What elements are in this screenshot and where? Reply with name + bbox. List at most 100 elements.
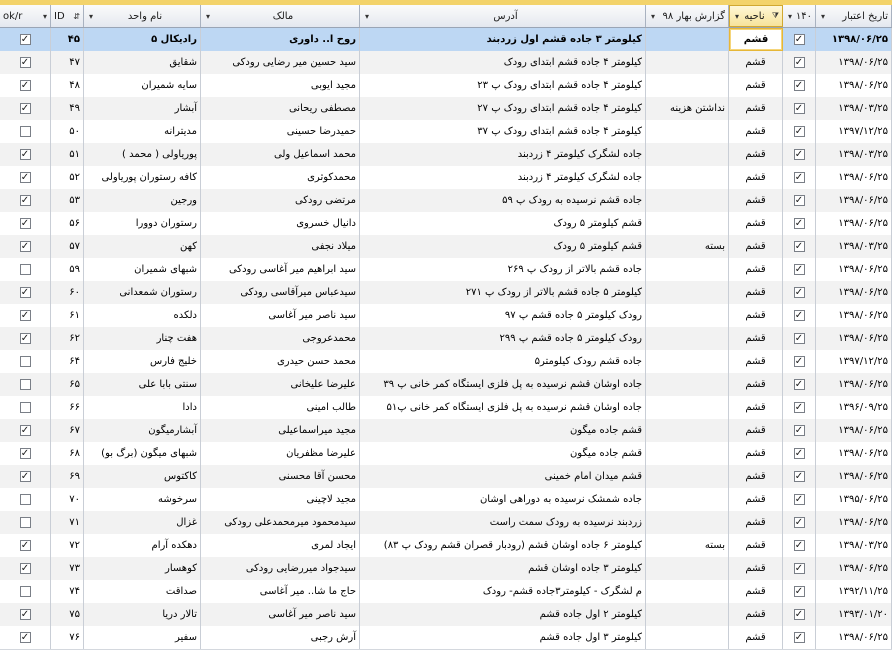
ok-checkbox[interactable]: ✓ <box>19 149 31 160</box>
report-cell[interactable] <box>646 74 729 97</box>
table-row[interactable]: ✓ ۶۸ شبهای میگون (برگ بو) علیرضا مظفریان قشم… <box>0 442 892 466</box>
district-cell[interactable]: قشم <box>729 511 783 534</box>
col-header-report[interactable]: ▾ گزارش بهار ۹۸ <box>646 5 729 27</box>
col-header-id[interactable]: ID ⇵ <box>51 5 84 27</box>
validity-date-cell[interactable]: ۱۳۹۸/۰۶/۲۵ <box>816 419 892 442</box>
report-cell[interactable] <box>646 580 729 603</box>
c140-checkbox[interactable]: ✓ <box>793 609 805 620</box>
owner-cell[interactable]: محمدکوثری <box>201 166 360 189</box>
validity-date-cell[interactable]: ۱۳۹۸/۰۳/۲۵ <box>816 534 892 557</box>
district-cell[interactable]: قشم <box>729 488 783 511</box>
id-cell[interactable]: ۷۱ <box>51 511 84 534</box>
owner-cell[interactable]: مجید لاچینی <box>201 488 360 511</box>
owner-cell[interactable]: محسن آقا محسنی <box>201 465 360 488</box>
id-cell[interactable]: ۶۰ <box>51 281 84 304</box>
district-cell[interactable]: قشم <box>729 28 783 51</box>
report-cell[interactable] <box>646 511 729 534</box>
table-row[interactable]: ۷۱ غزال سیدمحمود میرمحمدعلی رودکی زردبند نر… <box>0 511 892 535</box>
chevron-down-icon[interactable]: ▾ <box>651 12 655 21</box>
district-cell[interactable]: قشم <box>729 212 783 235</box>
unit-name-cell[interactable]: رستوران دوورا <box>84 212 201 235</box>
c140-cell[interactable]: ✓ <box>783 258 816 281</box>
c140-cell[interactable]: ✓ <box>783 557 816 580</box>
owner-cell[interactable]: سیدعباس میرآقاسی رودکی <box>201 281 360 304</box>
col-header-validity[interactable]: ▾ تاریخ اعتبار <box>816 5 892 27</box>
ok-checkbox[interactable] <box>19 264 31 275</box>
report-cell[interactable] <box>646 373 729 396</box>
id-cell[interactable]: ۴۷ <box>51 51 84 74</box>
c140-checkbox[interactable]: ✓ <box>793 379 805 390</box>
unit-name-cell[interactable]: هفت چنار <box>84 327 201 350</box>
ok-cell[interactable]: ✓ <box>0 534 51 557</box>
validity-date-cell[interactable]: ۱۳۹۸/۰۶/۲۵ <box>816 281 892 304</box>
validity-date-cell[interactable]: ۱۳۹۸/۰۶/۲۵ <box>816 28 892 51</box>
chevron-down-icon[interactable]: ▾ <box>788 12 792 21</box>
district-cell[interactable]: قشم <box>729 189 783 212</box>
ok-checkbox[interactable]: ✓ <box>19 287 31 298</box>
c140-checkbox[interactable]: ✓ <box>793 218 805 229</box>
owner-cell[interactable]: محمدعروجی <box>201 327 360 350</box>
c140-cell[interactable]: ✓ <box>783 488 816 511</box>
id-cell[interactable]: ۶۶ <box>51 396 84 419</box>
report-cell[interactable] <box>646 143 729 166</box>
unit-name-cell[interactable]: سفیر <box>84 626 201 649</box>
address-cell[interactable]: جاده لشگرک کیلومتر ۴ زردبند <box>360 166 646 189</box>
id-cell[interactable]: ۷۲ <box>51 534 84 557</box>
table-row[interactable]: ✓ ۷۳ کوهسار سیدجواد میررضایی رودکی کیلومتر ۳… <box>0 557 892 581</box>
validity-date-cell[interactable]: ۱۳۹۸/۰۳/۲۵ <box>816 235 892 258</box>
district-cell[interactable]: قشم <box>729 166 783 189</box>
district-cell[interactable]: قشم <box>729 97 783 120</box>
ok-checkbox[interactable]: ✓ <box>19 563 31 574</box>
validity-date-cell[interactable]: ۱۳۹۸/۰۶/۲۵ <box>816 258 892 281</box>
report-cell[interactable] <box>646 557 729 580</box>
col-header-district[interactable]: ▾ ناحیه ⧩ <box>729 5 783 27</box>
unit-name-cell[interactable]: آبشارمیگون <box>84 419 201 442</box>
ok-checkbox[interactable]: ✓ <box>19 425 31 436</box>
validity-date-cell[interactable]: ۱۳۹۸/۰۶/۲۵ <box>816 442 892 465</box>
district-cell[interactable]: قشم <box>729 396 783 419</box>
c140-checkbox[interactable]: ✓ <box>793 264 805 275</box>
district-cell[interactable]: قشم <box>729 281 783 304</box>
ok-cell[interactable] <box>0 258 51 281</box>
validity-date-cell[interactable]: ۱۳۹۲/۱۱/۲۵ <box>816 580 892 603</box>
address-cell[interactable]: قشم میدان امام خمینی <box>360 465 646 488</box>
table-row[interactable]: ✓ ۴۵ رادیکال ۵ روح ا.. داوری کیلومتر ۳ جاده … <box>0 28 892 52</box>
report-cell[interactable] <box>646 626 729 649</box>
owner-cell[interactable]: حاج ما شا.. میر آغاسی <box>201 580 360 603</box>
report-cell[interactable] <box>646 166 729 189</box>
table-row[interactable]: ✓ ۵۷ کهن میلاد نجفی قشم کیلومتر ۵ رودک بسته قش… <box>0 235 892 259</box>
address-cell[interactable]: قشم جاده میگون <box>360 419 646 442</box>
report-cell[interactable] <box>646 28 729 51</box>
unit-name-cell[interactable]: شبهای شمیران <box>84 258 201 281</box>
unit-name-cell[interactable]: کافه رستوران پوریاولی <box>84 166 201 189</box>
table-row[interactable]: ✓ ۴۹ آبشار مصطفی ریحانی کیلومتر ۴ جاده قشم ا… <box>0 97 892 121</box>
ok-checkbox[interactable] <box>19 517 31 528</box>
unit-name-cell[interactable]: سنتی بابا علی <box>84 373 201 396</box>
ok-checkbox[interactable] <box>19 494 31 505</box>
address-cell[interactable]: جاده قشم نرسیده به رودک پ ۵۹ <box>360 189 646 212</box>
report-cell[interactable] <box>646 51 729 74</box>
ok-cell[interactable]: ✓ <box>0 189 51 212</box>
id-cell[interactable]: ۵۱ <box>51 143 84 166</box>
table-row[interactable]: ۵۹ شبهای شمیران سید ابراهیم میر آغاسی رودک… <box>0 258 892 282</box>
validity-date-cell[interactable]: ۱۳۹۸/۰۶/۲۵ <box>816 51 892 74</box>
report-cell[interactable] <box>646 258 729 281</box>
district-cell[interactable]: قشم <box>729 350 783 373</box>
c140-checkbox[interactable]: ✓ <box>793 425 805 436</box>
unit-name-cell[interactable]: ورجین <box>84 189 201 212</box>
validity-date-cell[interactable]: ۱۳۹۸/۰۶/۲۵ <box>816 465 892 488</box>
district-cell[interactable]: قشم <box>729 557 783 580</box>
ok-cell[interactable]: ✓ <box>0 465 51 488</box>
validity-date-cell[interactable]: ۱۳۹۸/۰۶/۲۵ <box>816 189 892 212</box>
address-cell[interactable]: جاده قشم بالاتر از رودک پ ۲۶۹ <box>360 258 646 281</box>
address-cell[interactable]: رودک کیلومتر ۵ جاده قشم پ ۹۷ <box>360 304 646 327</box>
id-cell[interactable]: ۶۴ <box>51 350 84 373</box>
c140-checkbox[interactable]: ✓ <box>793 563 805 574</box>
table-row[interactable]: ۷۰ سرخوشه مجید لاچینی جاده شمشک نرسیده به د… <box>0 488 892 512</box>
owner-cell[interactable]: سید ناصر میر آغاسی <box>201 304 360 327</box>
validity-date-cell[interactable]: ۱۳۹۸/۰۶/۲۵ <box>816 373 892 396</box>
unit-name-cell[interactable]: غزال <box>84 511 201 534</box>
c140-cell[interactable]: ✓ <box>783 51 816 74</box>
id-cell[interactable]: ۵۳ <box>51 189 84 212</box>
c140-checkbox[interactable]: ✓ <box>793 540 805 551</box>
